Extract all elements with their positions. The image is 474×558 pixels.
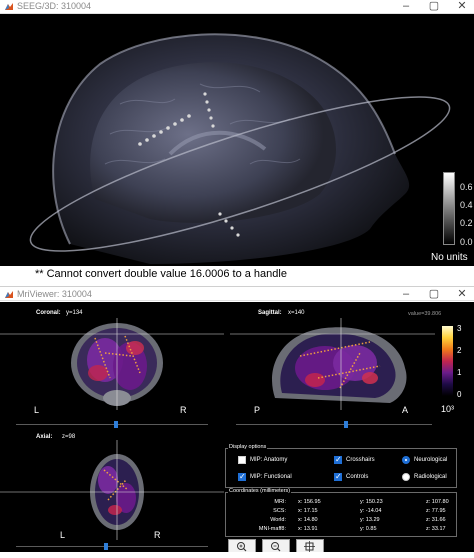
coord-row-label: SCS: (273, 508, 286, 514)
coronal-slider-track[interactable] (16, 424, 208, 425)
zoom-in-button[interactable] (228, 539, 256, 552)
window-title: MriViewer: 310004 (17, 289, 92, 299)
axial-slider-track[interactable] (16, 546, 208, 547)
colorbar-units: No units (431, 252, 468, 263)
colorbar-tick: 0.4 (460, 200, 473, 210)
axial-slider-thumb[interactable] (104, 543, 109, 550)
minimize-icon[interactable]: – (396, 288, 416, 302)
neurological-radio[interactable]: Neurological (402, 456, 447, 464)
sagittal-slider-thumb[interactable] (343, 421, 348, 428)
coronal-orient-right: R (180, 405, 187, 415)
sagittal-label: Sagittal: (258, 310, 282, 316)
coronal-label: Coronal: (36, 310, 61, 316)
matlab-app-icon (5, 3, 13, 10)
sagittal-slider-track[interactable] (236, 424, 432, 425)
display-options-title: Display options (228, 444, 268, 450)
close-icon[interactable]: ✕ (452, 288, 472, 302)
axial-orient-right: R (154, 530, 161, 540)
coord-row-label: World: (270, 517, 286, 523)
coord-y: y: 0.85 (360, 526, 377, 532)
checkbox-icon[interactable] (238, 472, 246, 481)
colorbar-3d (443, 172, 455, 245)
sagittal-orient-left: P (254, 405, 261, 415)
mip-functional-checkbox[interactable]: MIP: Functional (238, 472, 292, 481)
functional-colorbar (442, 326, 453, 396)
coord-y: y: -14.04 (360, 508, 382, 514)
settings-icon (304, 541, 315, 552)
zoom-out-icon (271, 542, 281, 552)
zoom-in-icon (237, 542, 247, 552)
coord-z: z: 31.66 (426, 517, 446, 523)
colorbar-tick: 0.6 (460, 182, 473, 192)
radiological-radio[interactable]: Radiological (402, 473, 447, 481)
coord-x: x: 17.15 (298, 508, 318, 514)
radio-icon[interactable] (402, 456, 410, 464)
controls-checkbox[interactable]: Controls (334, 472, 369, 481)
colorbar-tick: 0.0 (460, 237, 473, 247)
sagittal-slice-view[interactable] (230, 318, 435, 410)
settings-button[interactable] (296, 539, 324, 552)
maximize-icon[interactable]: ▢ (424, 0, 444, 14)
display-options-group (225, 448, 457, 488)
neurological-label: Neurological (414, 457, 448, 463)
colorbar-tick: 1 (457, 368, 462, 377)
close-icon[interactable]: ✕ (452, 0, 472, 14)
maximize-icon[interactable]: ▢ (424, 288, 444, 302)
coord-x: x: 14.80 (298, 517, 318, 523)
radiological-label: Radiological (414, 474, 447, 480)
coord-x: x: 13.91 (298, 526, 318, 532)
window-titlebar-3d[interactable]: SEEG/3D: 310004 – ▢ ✕ (0, 0, 474, 14)
zoom-out-button[interactable] (262, 539, 290, 552)
coord-y: y: 13.29 (360, 517, 380, 523)
coronal-slice-view[interactable] (0, 318, 224, 410)
colorbar-tick: 3 (457, 324, 462, 333)
coronal-slider-thumb[interactable] (113, 421, 118, 428)
crosshairs-label: Crosshairs (346, 457, 375, 463)
coord-row-label: MRI: (274, 499, 286, 505)
coronal-coord: y=134 (66, 310, 83, 316)
coronal-orient-left: L (34, 405, 40, 415)
matlab-app-icon (5, 291, 13, 298)
mip-functional-label: MIP: Functional (250, 474, 292, 480)
checkbox-icon[interactable] (334, 472, 342, 481)
coordinates-title: Coordinates (millimeters) (228, 488, 292, 494)
coord-y: y: 150.23 (360, 499, 383, 505)
mri-3d-render (29, 33, 451, 264)
colorbar-exponent: 10³ (441, 404, 455, 414)
window-titlebar-mriviewer[interactable]: MriViewer: 310004 – ▢ ✕ (0, 286, 474, 301)
colorbar-tick: 0 (457, 390, 462, 399)
checkbox-icon[interactable] (238, 456, 246, 464)
controls-label: Controls (346, 474, 369, 480)
checkbox-icon[interactable] (334, 455, 342, 464)
value-readout: value=39.806 (408, 311, 442, 317)
coord-row-label: MNI-maff8: (258, 526, 286, 532)
sagittal-coord: x=140 (288, 310, 305, 316)
axial-slice-view[interactable] (0, 440, 224, 540)
brain-3d-view[interactable] (0, 14, 474, 266)
crosshairs-checkbox[interactable]: Crosshairs (334, 455, 375, 464)
coord-z: z: 107.80 (426, 499, 449, 505)
window-title: SEEG/3D: 310004 (17, 1, 92, 11)
axial-orient-left: L (60, 530, 66, 540)
minimize-icon[interactable]: – (396, 0, 416, 14)
sagittal-orient-right: A (402, 405, 409, 415)
coord-x: x: 156.95 (298, 499, 321, 505)
mip-anatomy-checkbox[interactable]: MIP: Anatomy (238, 456, 287, 464)
coord-z: z: 33.17 (426, 526, 446, 532)
colorbar-tick: 2 (457, 346, 462, 355)
coord-z: z: 77.95 (426, 508, 446, 514)
radio-icon[interactable] (402, 473, 410, 481)
console-message: ** Cannot convert double value 16.0006 t… (35, 268, 287, 280)
colorbar-tick: 0.2 (460, 218, 473, 228)
mip-anatomy-label: MIP: Anatomy (250, 457, 288, 463)
